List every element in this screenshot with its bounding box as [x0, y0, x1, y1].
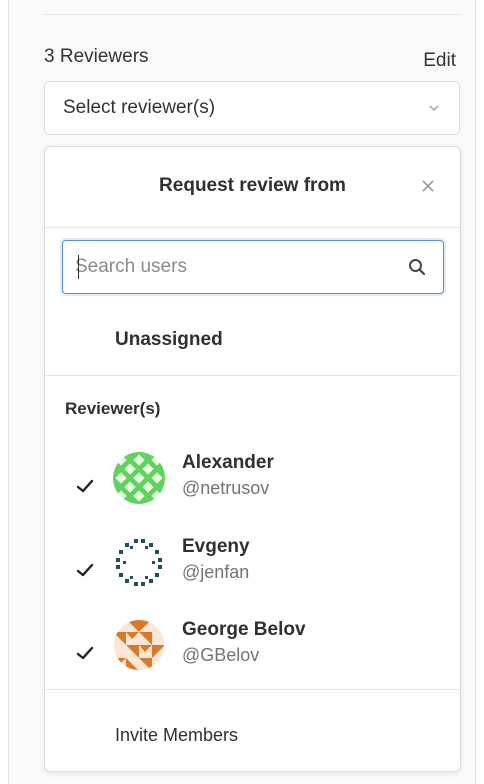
right-edge — [475, 0, 484, 784]
reviewer-name: Alexander — [182, 452, 274, 473]
reviewer-username: @netrusov — [182, 478, 270, 498]
reviewer-name: Evgeny — [182, 536, 250, 557]
previous-section-divider — [44, 0, 462, 15]
check-icon — [76, 479, 94, 493]
check-icon — [76, 646, 94, 660]
avatar — [113, 452, 165, 504]
text-caret — [78, 255, 79, 279]
reviewer-username: @GBelov — [182, 645, 260, 665]
avatar — [113, 619, 165, 671]
edit-reviewers-link[interactable]: Edit — [423, 50, 456, 72]
reviewers-section-label: Reviewer(s) — [65, 399, 161, 418]
chevron-down-icon — [429, 105, 439, 112]
reviewer-select-toggle[interactable]: Select reviewer(s) — [44, 81, 460, 135]
dropdown-title: Request review from — [159, 175, 346, 196]
reviewer-name: George Belov — [182, 619, 306, 640]
avatar — [113, 536, 165, 588]
invite-members-label: Invite Members — [115, 725, 239, 745]
reviewer-item-george-belov[interactable]: George Belov @GBelov — [45, 619, 460, 699]
dropdown-header: Request review from — [45, 147, 460, 228]
close-icon[interactable] — [420, 178, 436, 194]
reviewer-item-evgeny[interactable]: Evgeny @jenfan — [45, 536, 460, 616]
reviewer-dropdown: Request review from Unassigned Reviewer(… — [44, 146, 461, 772]
reviewer-select-placeholder: Select reviewer(s) — [63, 97, 216, 118]
unassigned-option[interactable]: Unassigned — [45, 309, 460, 376]
reviewer-username: @jenfan — [182, 562, 250, 582]
reviewers-count-label: 3 Reviewers — [44, 46, 149, 67]
reviewers-header: 3 Reviewers Edit — [44, 44, 462, 74]
search-icon — [409, 259, 426, 276]
search-field — [62, 240, 444, 294]
reviewer-item-alexander[interactable]: Alexander @netrusov — [45, 452, 460, 532]
unassigned-label: Unassigned — [115, 329, 223, 350]
left-edge — [0, 0, 9, 784]
invite-members-option[interactable]: Invite Members — [45, 689, 460, 772]
search-input[interactable] — [75, 251, 395, 283]
check-icon — [76, 563, 94, 577]
